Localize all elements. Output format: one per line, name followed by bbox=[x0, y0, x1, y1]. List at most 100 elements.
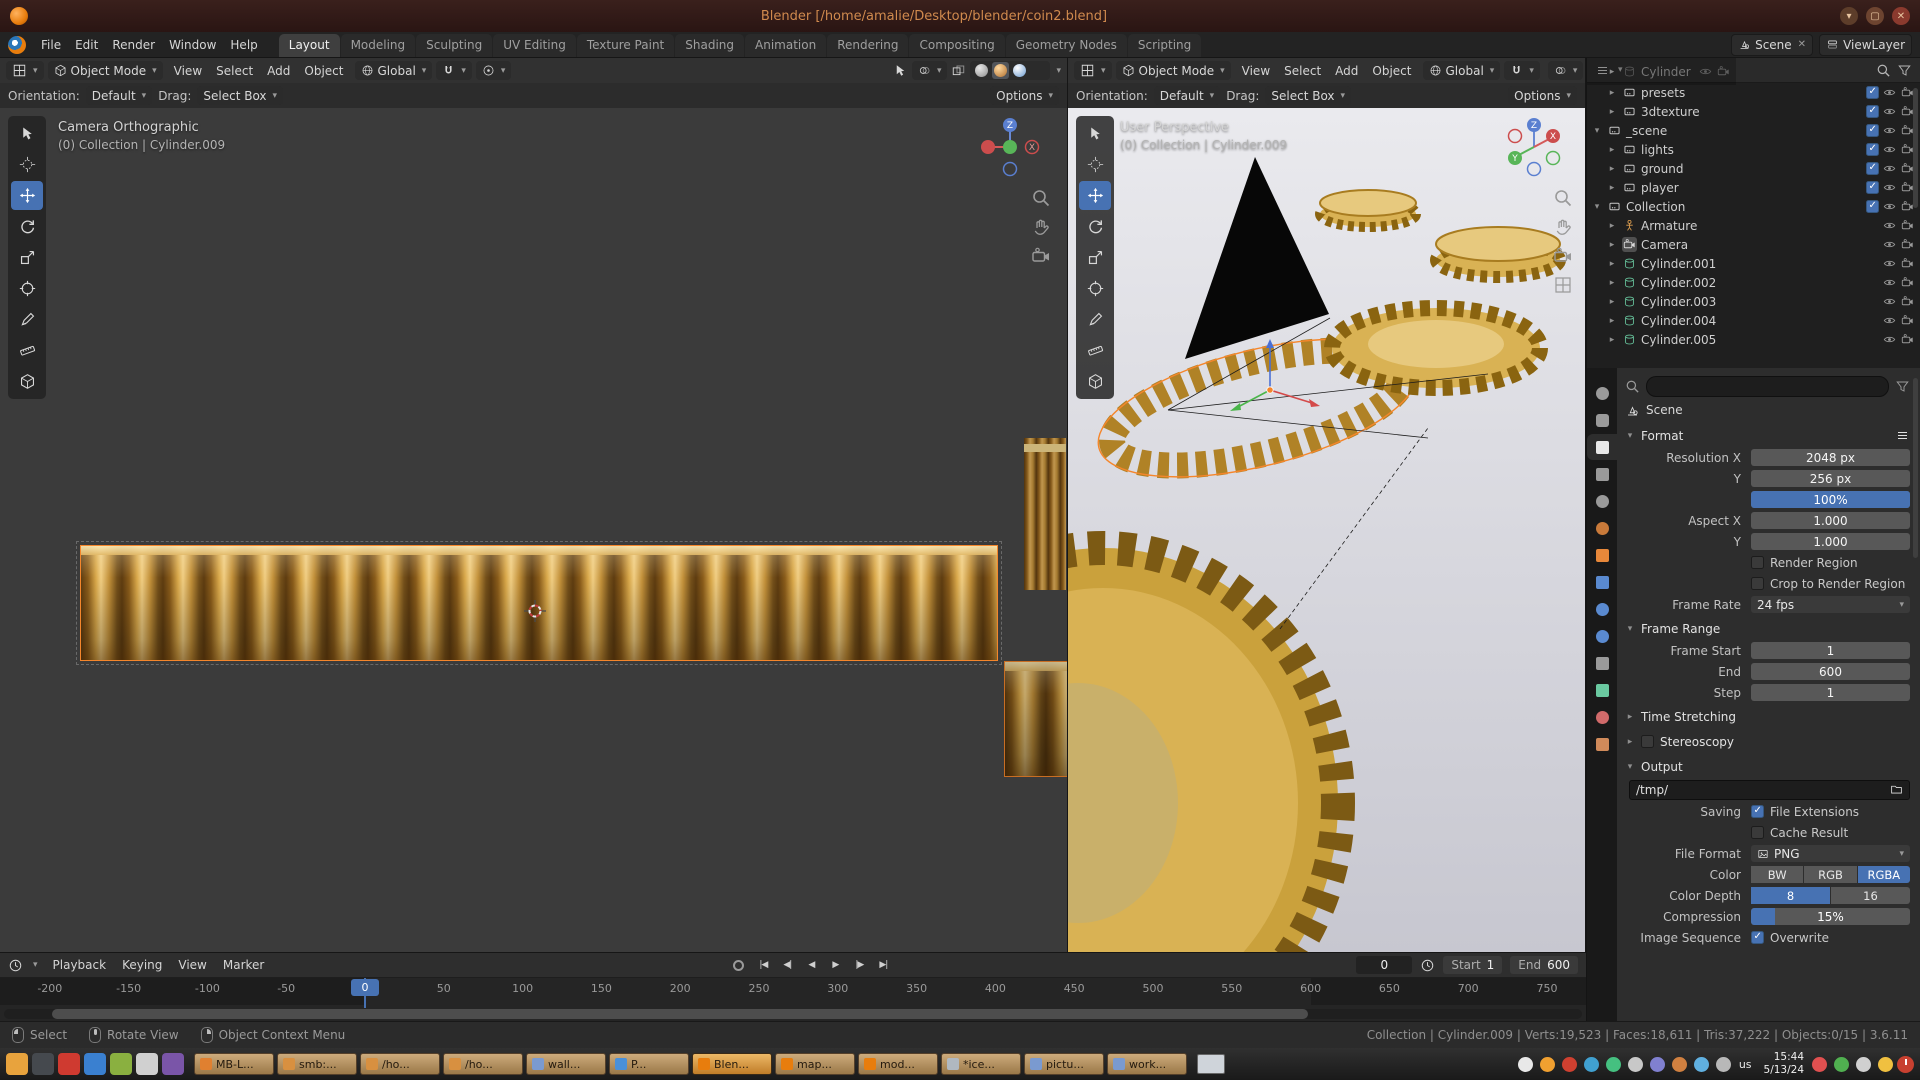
taskbar-window-button[interactable]: pictu... bbox=[1024, 1053, 1104, 1075]
hide-in-viewport-eye-icon[interactable] bbox=[1883, 86, 1896, 99]
jump-to-prev-keyframe-button[interactable]: ◀| bbox=[776, 956, 798, 974]
hide-in-viewport-eye-icon[interactable] bbox=[1883, 162, 1896, 175]
launcher-icon-7[interactable] bbox=[162, 1053, 184, 1075]
timeline-menu-item[interactable]: Keying bbox=[115, 958, 169, 972]
taskbar-window-button[interactable]: Blen... bbox=[692, 1053, 772, 1075]
hide-in-viewport-eye-icon[interactable] bbox=[1883, 257, 1896, 270]
tab-modifiers[interactable] bbox=[1587, 569, 1617, 595]
tab-material[interactable] bbox=[1587, 704, 1617, 730]
expand-arrow-icon[interactable]: ▸ bbox=[1606, 297, 1618, 307]
launcher-icon-5[interactable] bbox=[110, 1053, 132, 1075]
overlays-button[interactable]: ▾ bbox=[912, 61, 948, 80]
resolution-x-field[interactable]: 2048 px bbox=[1751, 449, 1910, 466]
hide-in-viewport-eye-icon[interactable] bbox=[1883, 219, 1896, 232]
workspace-tab[interactable]: Sculpting bbox=[416, 34, 492, 57]
tool-transform-button[interactable] bbox=[11, 274, 43, 303]
tool-move-button[interactable] bbox=[1079, 181, 1111, 210]
unlink-scene-icon[interactable]: ✕ bbox=[1798, 39, 1806, 50]
minimize-button[interactable]: ▾ bbox=[1840, 7, 1858, 25]
outliner-row[interactable]: ▸ Cylinder.005 bbox=[1587, 330, 1920, 349]
playhead-frame-badge[interactable]: 0 bbox=[351, 979, 379, 996]
options-dropdown[interactable]: Options▾ bbox=[990, 86, 1059, 105]
collection-checkbox[interactable] bbox=[1866, 200, 1879, 213]
tab-scene[interactable] bbox=[1587, 488, 1617, 514]
render-region-checkbox[interactable] bbox=[1751, 556, 1764, 569]
snapping-button[interactable]: ▾ bbox=[1504, 61, 1540, 80]
cache-result-checkbox[interactable] bbox=[1751, 826, 1764, 839]
timeline-ruler[interactable]: -200-150-100-500501001502002503003504004… bbox=[0, 978, 1586, 1022]
tool-select-box-button[interactable] bbox=[11, 119, 43, 148]
tray-icon-8[interactable] bbox=[1672, 1057, 1687, 1072]
resolution-y-field[interactable]: 256 px bbox=[1751, 470, 1910, 487]
file-format-dropdown[interactable]: PNG▾ bbox=[1751, 845, 1910, 862]
pan-hand-icon[interactable] bbox=[1031, 217, 1051, 237]
viewport-menu-item[interactable]: Select bbox=[209, 64, 260, 78]
browse-folder-icon[interactable] bbox=[1890, 783, 1903, 796]
hide-in-viewport-eye-icon[interactable] bbox=[1883, 200, 1896, 213]
outliner-filter-icon[interactable] bbox=[1897, 63, 1912, 78]
tab-render[interactable] bbox=[1587, 407, 1617, 433]
timeline-menu-item[interactable]: View bbox=[171, 958, 213, 972]
tray-icon-12[interactable] bbox=[1834, 1057, 1849, 1072]
format-presets-icon[interactable] bbox=[1895, 428, 1910, 443]
taskbar-window-button[interactable]: P... bbox=[609, 1053, 689, 1075]
app-menu-item[interactable]: Help bbox=[223, 38, 264, 52]
editor-type-button[interactable]: ▾ bbox=[1074, 61, 1112, 80]
timeline-scrollbar[interactable] bbox=[4, 1009, 1582, 1019]
tab-object[interactable] bbox=[1587, 542, 1617, 568]
expand-arrow-icon[interactable]: ▸ bbox=[1606, 316, 1618, 326]
expand-arrow-icon[interactable]: ▸ bbox=[1606, 240, 1618, 250]
expand-arrow-icon[interactable]: ▸ bbox=[1606, 88, 1618, 98]
play-button[interactable]: ▶ bbox=[824, 956, 846, 974]
aspect-x-field[interactable]: 1.000 bbox=[1751, 512, 1910, 529]
workspace-tab[interactable]: Layout bbox=[279, 34, 340, 57]
orientation-dropdown[interactable]: Default▾ bbox=[1154, 86, 1220, 105]
disable-in-render-camera-icon[interactable] bbox=[1901, 333, 1914, 346]
app-menu-item[interactable]: Render bbox=[105, 38, 162, 52]
properties-scrollbar[interactable] bbox=[1913, 378, 1918, 558]
timeline-menu-item[interactable]: Playback bbox=[46, 958, 114, 972]
workspace-tab[interactable]: Rendering bbox=[827, 34, 908, 57]
overwrite-checkbox[interactable] bbox=[1751, 931, 1764, 944]
taskbar-window-button[interactable]: work... bbox=[1107, 1053, 1187, 1075]
disable-in-render-camera-icon[interactable] bbox=[1901, 314, 1914, 327]
taskbar-window-button[interactable]: mod... bbox=[858, 1053, 938, 1075]
hide-in-viewport-eye-icon[interactable] bbox=[1883, 143, 1896, 156]
solid-shading-button[interactable] bbox=[992, 62, 1009, 79]
taskbar-window-button[interactable]: map... bbox=[775, 1053, 855, 1075]
viewport-menu-item[interactable]: Object bbox=[297, 64, 350, 78]
frame-end-field[interactable]: 600 bbox=[1751, 663, 1910, 680]
compression-slider[interactable]: 15% bbox=[1751, 908, 1910, 925]
viewport-menu-item[interactable]: Add bbox=[1328, 64, 1365, 78]
coin-ring-edge-continuation[interactable] bbox=[1004, 661, 1067, 777]
outliner-row[interactable]: ▸ ground bbox=[1587, 159, 1920, 178]
launcher-icon-1[interactable] bbox=[6, 1053, 28, 1075]
coin-stack-object[interactable] bbox=[1024, 438, 1066, 590]
viewport-menu-item[interactable]: View bbox=[1235, 64, 1277, 78]
outliner-row[interactable]: ▸ player bbox=[1587, 178, 1920, 197]
collection-checkbox[interactable] bbox=[1866, 86, 1879, 99]
tray-icon-11[interactable] bbox=[1812, 1057, 1827, 1072]
jump-to-end-button[interactable]: ▶| bbox=[872, 956, 894, 974]
outliner-row[interactable]: ▸ Cylinder.002 bbox=[1587, 273, 1920, 292]
tab-constraints[interactable] bbox=[1587, 650, 1617, 676]
jump-to-start-button[interactable]: |◀ bbox=[752, 956, 774, 974]
color-mode-button[interactable]: RGB bbox=[1804, 866, 1856, 883]
taskbar-window-button[interactable]: /ho... bbox=[360, 1053, 440, 1075]
collection-checkbox[interactable] bbox=[1866, 105, 1879, 118]
view-navigation-gizmo[interactable]: Z X bbox=[979, 116, 1041, 178]
tool-add-cube-button[interactable] bbox=[1079, 367, 1111, 396]
properties-search-input[interactable] bbox=[1646, 376, 1889, 397]
viewport-menu-item[interactable]: View bbox=[167, 64, 209, 78]
tray-icon-1[interactable] bbox=[1518, 1057, 1533, 1072]
workspace-tab[interactable]: Animation bbox=[745, 34, 826, 57]
tab-physics[interactable] bbox=[1587, 623, 1617, 649]
blender-logo-icon[interactable] bbox=[8, 36, 26, 54]
stereoscopy-checkbox[interactable] bbox=[1641, 735, 1654, 748]
launcher-icon-4[interactable] bbox=[84, 1053, 106, 1075]
viewport-left-canvas[interactable]: Camera Orthographic (0) Collection | Cyl… bbox=[0, 108, 1067, 952]
proportional-editing-button[interactable]: ▾ bbox=[476, 61, 512, 80]
hide-in-viewport-eye-icon[interactable] bbox=[1883, 333, 1896, 346]
auto-keying-record-icon[interactable] bbox=[733, 960, 744, 971]
time-stretching-section-header[interactable]: ▸Time Stretching bbox=[1625, 705, 1910, 728]
